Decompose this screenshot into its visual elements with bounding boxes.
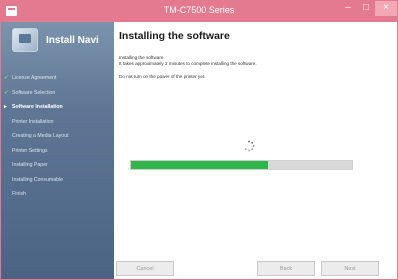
step-printer-installation: Printer Installation (1, 115, 114, 130)
status-text: Installing the software. (119, 55, 165, 60)
step-software-selection: ✔ Software Selection (1, 86, 114, 101)
cancel-button[interactable]: Cancel (116, 261, 174, 276)
close-button[interactable]: × (375, 1, 397, 16)
check-icon: ✔ (4, 89, 9, 96)
step-creating-media-layout: Creating a Media Layout (1, 129, 114, 144)
back-button[interactable]: Back (257, 261, 315, 276)
power-warning: Do not turn on the power of the printer … (119, 74, 206, 79)
step-label: Finish (12, 191, 26, 197)
progress-bar (130, 160, 353, 170)
step-label: License Agreement (12, 75, 57, 81)
minimize-button[interactable]: – (339, 1, 357, 16)
step-installing-paper: Installing Paper (1, 158, 114, 173)
step-finish: Finish (1, 187, 114, 202)
maximize-button[interactable]: □ (357, 1, 375, 16)
sidebar: Install Navi ✔ License Agreement ✔ Softwar… (1, 22, 114, 279)
window-title: TM-C7500 Series (163, 5, 235, 15)
step-label: Software Selection (12, 89, 56, 96)
main-panel: Installing the software Installing the s… (114, 22, 397, 279)
progress-fill (131, 161, 269, 169)
title-bar[interactable]: TM-C7500 Series – □ × (1, 1, 397, 22)
step-installing-consumable: Installing Consumable (1, 173, 114, 188)
step-license-agreement: ✔ License Agreement (1, 71, 114, 86)
step-label: Printer Installation (12, 118, 54, 125)
check-icon: ✔ (4, 75, 9, 81)
step-label: Printer Settings (12, 147, 48, 154)
window-controls: – □ × (339, 1, 397, 16)
step-software-installation: ▸ Software Installation (1, 100, 114, 115)
sidebar-title: Install Navi (46, 35, 99, 46)
duration-note: It takes approximately 2 minutes to comp… (119, 61, 257, 66)
step-label: Software Installation (12, 104, 63, 110)
install-navi-logo-icon (12, 28, 38, 52)
loading-spinner-icon (244, 140, 255, 152)
step-list: ✔ License Agreement ✔ Software Selection ▸… (1, 71, 114, 202)
page-title: Installing the software (119, 30, 230, 42)
step-label: Creating a Media Layout (12, 133, 69, 139)
installer-window: TM-C7500 Series – □ × Install Navi ✔ Lice… (0, 0, 398, 280)
next-button[interactable]: Next (321, 261, 379, 276)
current-step-arrow-icon: ▸ (4, 104, 7, 110)
step-label: Installing Consumable (12, 176, 64, 183)
step-label: Installing Paper (12, 162, 48, 168)
step-printer-settings: Printer Settings (1, 144, 114, 159)
